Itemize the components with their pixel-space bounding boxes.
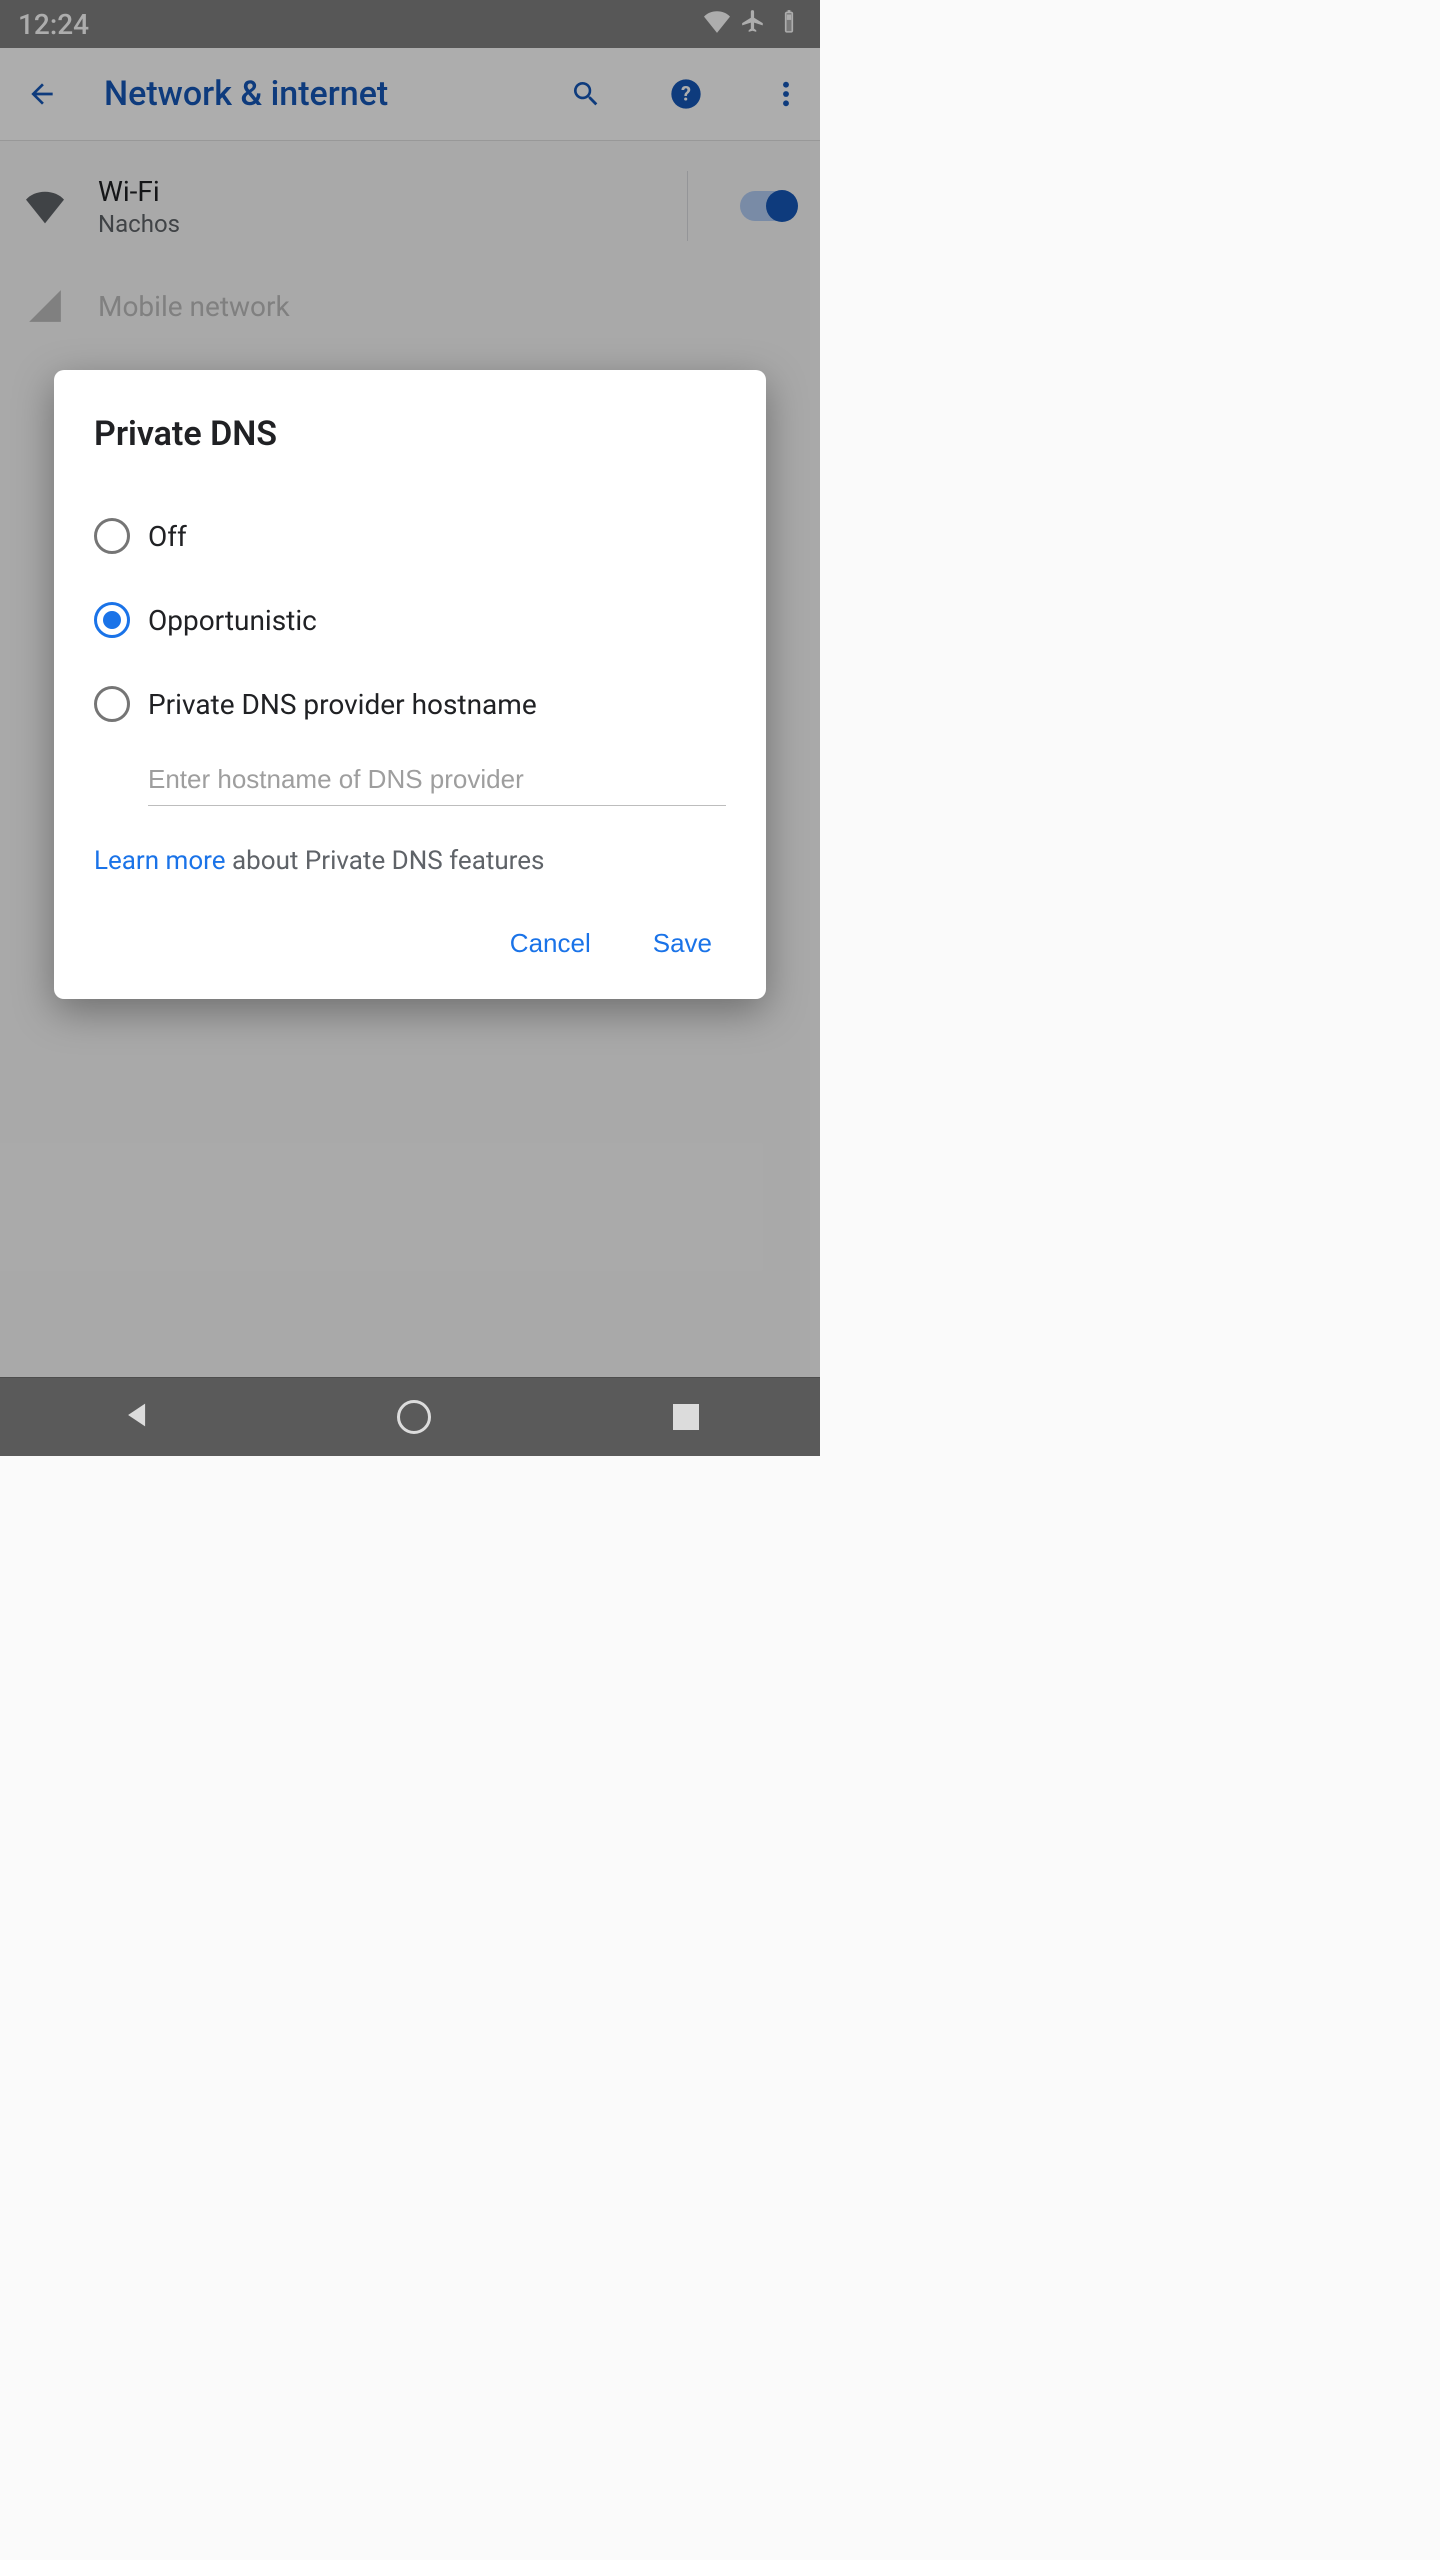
radio-hostname-label: Private DNS provider hostname <box>148 688 537 721</box>
nav-recent[interactable] <box>673 1404 699 1430</box>
hostname-input[interactable] <box>148 756 726 806</box>
circle-home-icon <box>397 1400 431 1434</box>
nav-bar <box>0 1377 820 1456</box>
radio-off-label: Off <box>148 520 187 553</box>
radio-opportunistic[interactable]: Opportunistic <box>94 578 726 662</box>
learn-more-text: Learn more about Private DNS features <box>94 846 726 876</box>
save-button[interactable]: Save <box>645 916 720 971</box>
learn-more-rest: about Private DNS features <box>226 846 545 876</box>
square-recent-icon <box>673 1404 699 1430</box>
radio-opportunistic-label: Opportunistic <box>148 604 317 637</box>
radio-hostname-control[interactable] <box>94 686 130 722</box>
dialog-title: Private DNS <box>94 414 726 454</box>
learn-more-link[interactable]: Learn more <box>94 846 226 876</box>
triangle-back-icon <box>121 1398 155 1432</box>
nav-back[interactable] <box>121 1398 155 1436</box>
radio-hostname[interactable]: Private DNS provider hostname <box>94 662 726 746</box>
private-dns-dialog: Private DNS Off Opportunistic Private DN… <box>54 370 766 999</box>
cancel-button[interactable]: Cancel <box>502 916 599 971</box>
radio-opportunistic-control[interactable] <box>94 602 130 638</box>
radio-off-control[interactable] <box>94 518 130 554</box>
nav-home[interactable] <box>397 1400 431 1434</box>
radio-off[interactable]: Off <box>94 494 726 578</box>
dialog-actions: Cancel Save <box>94 916 726 971</box>
